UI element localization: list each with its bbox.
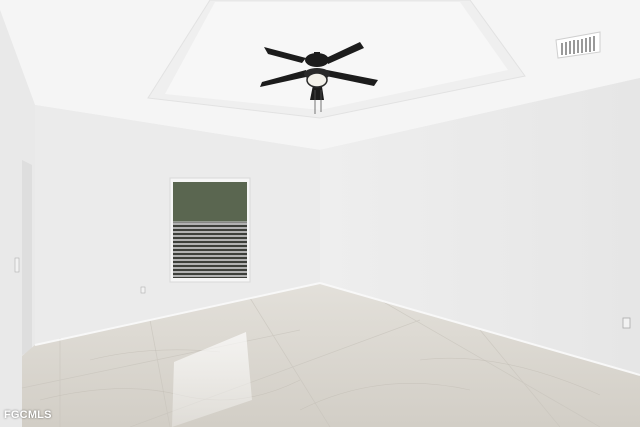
light-switch: [14, 257, 20, 273]
room-illustration: [0, 0, 640, 427]
wall-outlet-small: [140, 286, 146, 294]
window-with-blinds: [169, 177, 251, 283]
room-photo: FGCMLS: [0, 0, 640, 427]
doorway: [22, 160, 32, 355]
wall-outlet: [622, 317, 631, 329]
watermark-text: FGCMLS: [4, 409, 52, 421]
